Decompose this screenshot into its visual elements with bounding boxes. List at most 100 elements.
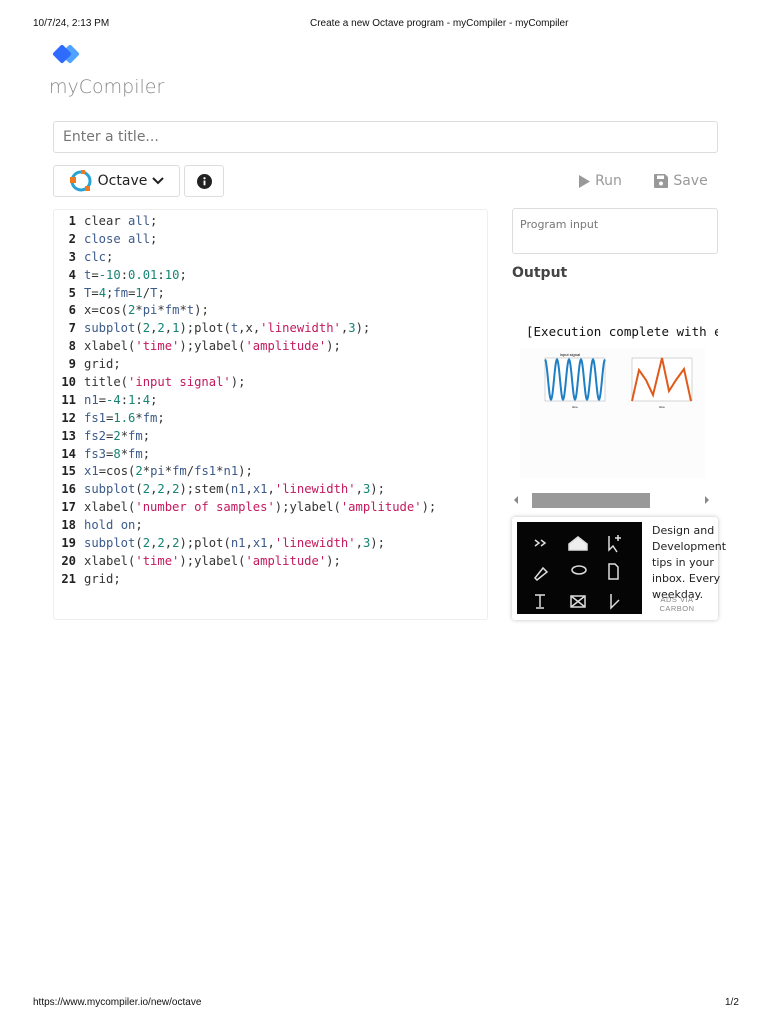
code-token: fm (113, 285, 129, 300)
code-token: ); (194, 303, 209, 318)
code-line[interactable]: 20 xlabel('time');ylabel('amplitude'); (54, 553, 487, 571)
code-line[interactable]: 11 n1 = -4:1:4; (54, 392, 487, 410)
floppy-disk-icon (654, 174, 669, 188)
code-token: ); (238, 464, 253, 479)
info-icon (196, 173, 212, 189)
code-line[interactable]: 17 xlabel('number of samples');ylabel('am… (54, 499, 487, 517)
play-icon (579, 174, 591, 188)
code-token: , (164, 536, 173, 551)
code-token: * (216, 464, 224, 479)
code-line[interactable]: 12 fs1 = 1.6 * fm; (54, 410, 487, 428)
line-number: 4 (68, 267, 76, 282)
code-line[interactable]: 5 T = 4; fm = 1/T; (54, 285, 487, 303)
code-token: 3 (348, 321, 356, 336)
logo-icon[interactable] (49, 45, 89, 69)
program-input[interactable]: Program input (512, 208, 718, 254)
code-token: clear (84, 214, 129, 228)
code-token: , (150, 321, 158, 336)
code-token: t (186, 303, 195, 318)
output-horizontal-scrollbar[interactable] (512, 492, 718, 508)
print-page-title: Create a new Octave program - myCompiler… (310, 18, 569, 29)
code-line[interactable]: 13 fs2 = 2 * fm; (54, 428, 487, 446)
code-token: n1 (223, 464, 239, 479)
code-token: 2 (172, 482, 180, 497)
code-token: fm (128, 428, 143, 443)
code-line[interactable]: 8 xlabel('time');ylabel('amplitude'); (54, 338, 487, 356)
octave-logo-icon (69, 170, 92, 192)
scroll-right-icon (705, 496, 709, 504)
code-token: = (106, 446, 114, 461)
output-heading: Output (512, 265, 568, 281)
code-token: ; (135, 518, 143, 533)
code-token: xlabel( (84, 339, 136, 354)
output-panel: [Execution complete with e input signal … (512, 290, 718, 490)
svg-text:time: time (572, 405, 578, 409)
code-token: 3 (362, 482, 371, 497)
code-line[interactable]: 15 x1 =cos(2 * pi * fm / fs1 * n1); (54, 463, 487, 481)
line-number: 19 (61, 536, 76, 551)
code-token: 8 (113, 446, 121, 461)
title-input[interactable] (53, 121, 718, 153)
code-token: xlabel( (84, 553, 136, 568)
pen-icon (533, 566, 549, 582)
code-line[interactable]: 2 close all; (54, 231, 487, 249)
code-token: on (120, 518, 136, 533)
code-token: 2 (142, 536, 151, 551)
code-line[interactable]: 4 t = -10:0.01:10; (54, 267, 487, 285)
code-token: ); (370, 536, 385, 551)
line-number: 18 (61, 518, 76, 533)
code-token: 2 (142, 321, 151, 336)
carbon-ad[interactable]: Design and Development tips in your inbo… (512, 517, 726, 620)
code-line[interactable]: 21 grid; (54, 571, 487, 589)
output-plot-image: input signal time time (520, 348, 705, 478)
code-line[interactable]: 9 grid; (54, 356, 487, 374)
brand-name[interactable]: myCompiler (49, 76, 164, 98)
code-token: : (120, 392, 129, 407)
code-token: * (120, 428, 129, 443)
code-token: all (128, 214, 151, 228)
code-token: 'number of samples' (135, 500, 275, 515)
ad-image[interactable] (517, 522, 642, 614)
code-token: 2 (157, 321, 165, 336)
output-text: [Execution complete with e (526, 324, 718, 339)
language-select[interactable]: Octave (53, 165, 180, 197)
ad-text[interactable]: Design and Development tips in your inbo… (652, 523, 726, 603)
code-token: ; (150, 231, 158, 246)
ad-via-carbon[interactable]: ADS VIA CARBON (652, 595, 702, 613)
code-token: pi (142, 303, 158, 318)
run-label: Run (595, 173, 622, 189)
chevron-down-icon (152, 177, 165, 185)
code-token: / (186, 464, 195, 479)
code-token: 2 (172, 536, 180, 551)
code-token: * (179, 303, 187, 318)
code-token: xlabel( (84, 500, 136, 515)
code-token: 4 (142, 392, 151, 407)
line-number: 5 (68, 285, 76, 300)
code-token: 'amplitude' (340, 500, 422, 515)
code-line[interactable]: 6 x=cos(2 * pi * fm * t); (54, 302, 487, 320)
code-line[interactable]: 7 subplot(2, 2, 1);plot(t ,x,'linewidth', 3); (54, 320, 487, 338)
info-button[interactable] (184, 165, 224, 197)
code-line[interactable]: 10 title('input signal'); (54, 374, 487, 392)
code-token: x=cos( (84, 303, 129, 318)
code-line[interactable]: 19 subplot(2, 2, 2);plot(n1, x1,'linewidth',… (54, 535, 487, 553)
code-line[interactable]: 3 clc; (54, 249, 487, 267)
code-token: ; (150, 392, 158, 407)
run-button[interactable]: Run (570, 168, 630, 194)
save-button[interactable]: Save (650, 168, 712, 194)
code-line[interactable]: 1 clear all; (54, 213, 487, 231)
file-icon (608, 563, 619, 580)
code-editor[interactable]: 1 clear all; 2 close all; 3 clc; 4 t = -10:0.01:1… (53, 209, 488, 620)
code-line[interactable]: 18 hold on; (54, 517, 487, 535)
code-line[interactable]: 14 fs3 = 8 * fm; (54, 446, 487, 464)
code-token: ; (179, 267, 187, 282)
code-token: = (106, 410, 114, 425)
code-token: , (150, 536, 158, 551)
code-line[interactable]: 16 subplot(2, 2, 2);stem(n1, x1,'linewidth',… (54, 481, 487, 499)
code-token: / (142, 285, 151, 300)
code-token: fs2 (84, 428, 107, 443)
code-token: 'amplitude' (245, 553, 327, 568)
print-datetime: 10/7/24, 2:13 PM (33, 18, 110, 29)
line-number: 15 (61, 464, 76, 479)
chevrons-icon (534, 539, 547, 547)
